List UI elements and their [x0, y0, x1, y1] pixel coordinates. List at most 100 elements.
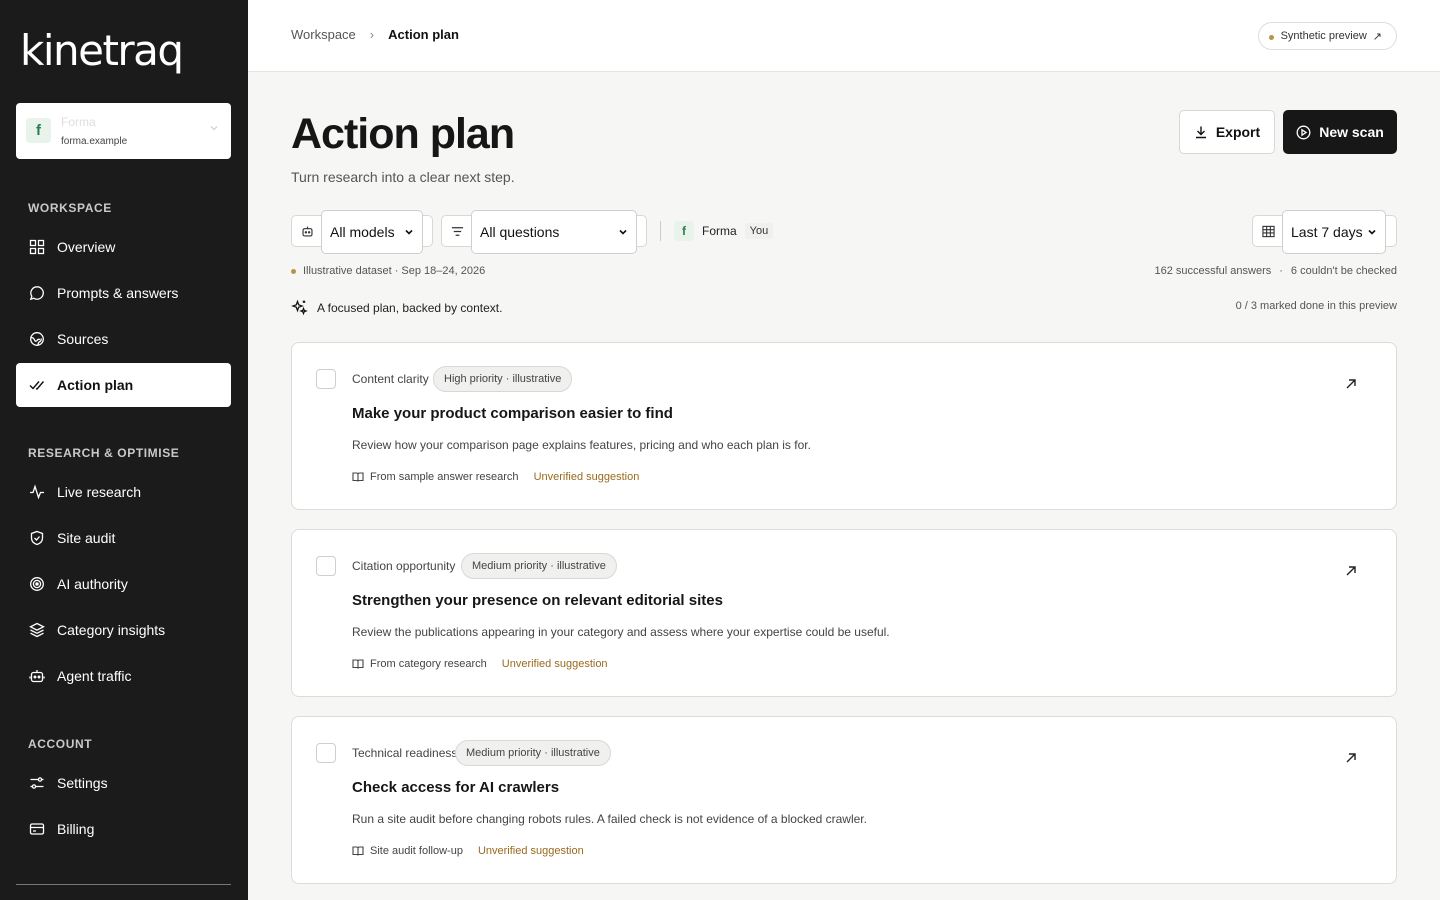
action-source: From category research Unverified sugges…: [352, 658, 608, 670]
app-logo[interactable]: kinetraq: [20, 26, 184, 75]
sparkle-icon: [291, 299, 308, 316]
sidebar-item-category-insights[interactable]: Category insights: [16, 608, 231, 652]
brand-chip[interactable]: f Forma You: [674, 221, 774, 241]
sidebar-item-agent-traffic[interactable]: Agent traffic: [16, 654, 231, 698]
model-filter: All models: [291, 210, 433, 254]
filter-icon: [442, 216, 472, 246]
dataset-dot: [291, 268, 296, 274]
sidebar-item-label: Billing: [57, 821, 95, 837]
open-arrow-icon[interactable]: [1344, 751, 1358, 765]
questions-select[interactable]: All questions: [471, 210, 637, 254]
dataset-label: Illustrative dataset · Sep 18–24, 2026: [303, 265, 486, 277]
mark-done-checkbox[interactable]: [316, 556, 336, 576]
sidebar-item-label: Prompts & answers: [57, 285, 179, 301]
shield-check-icon: [28, 529, 46, 547]
breadcrumb-separator: ›: [369, 27, 375, 42]
action-source-label: From sample answer research: [370, 471, 519, 483]
sidebar-item-live-research[interactable]: Live research: [16, 470, 231, 514]
chevron-down-icon: [1368, 229, 1376, 235]
sidebar-item-overview[interactable]: Overview: [16, 225, 231, 269]
mark-done-checkbox[interactable]: [316, 743, 336, 763]
action-description: Review the publications appearing in you…: [352, 625, 890, 639]
plan-focus-text: A focused plan, backed by context.: [317, 300, 503, 315]
plan-focus: A focused plan, backed by context.: [291, 299, 502, 316]
sidebar-item-label: Action plan: [57, 377, 134, 393]
action-title[interactable]: Check access for AI crawlers: [352, 779, 559, 796]
date-range-select[interactable]: Last 7 days: [1282, 210, 1386, 254]
action-description: Review how your comparison page explains…: [352, 438, 811, 452]
play-circle-icon: [1296, 125, 1311, 139]
action-card[interactable]: Content clarity High priority · illustra…: [291, 342, 1397, 510]
sidebar-item-label: Settings: [57, 775, 108, 791]
sidebar-item-site-audit[interactable]: Site audit: [16, 516, 231, 560]
book-icon: [352, 471, 364, 483]
verification-status: Unverified suggestion: [533, 471, 640, 483]
models-select-value: All models: [330, 224, 395, 240]
action-title[interactable]: Make your product comparison easier to f…: [352, 405, 673, 422]
answer-stats: 162 successful answers · 6 couldn't be che…: [1154, 265, 1397, 277]
chevron-down-icon: [210, 126, 218, 131]
sidebar-item-label: Category insights: [57, 622, 166, 638]
done-count: 0 / 3 marked done in this preview: [1235, 300, 1397, 312]
sidebar-divider: [16, 884, 231, 885]
priority-badge: Medium priority · illustrative: [455, 740, 611, 766]
download-icon: [1195, 126, 1206, 139]
action-card[interactable]: Citation opportunity Medium priority · i…: [291, 529, 1397, 697]
dataset-info: Illustrative dataset · Sep 18–24, 2026: [291, 265, 485, 277]
sidebar-item-settings[interactable]: Settings: [16, 761, 231, 805]
status-dot: [1268, 35, 1274, 40]
grid-icon: [28, 238, 46, 256]
book-icon: [352, 658, 364, 670]
mark-done-checkbox[interactable]: [316, 369, 336, 389]
new-scan-button[interactable]: New scan: [1283, 110, 1397, 154]
action-card[interactable]: Technical readiness Medium priority · il…: [291, 716, 1397, 884]
sidebar-section-workspace: WORKSPACE: [28, 201, 112, 215]
action-title[interactable]: Strengthen your presence on relevant edi…: [352, 592, 723, 609]
sidebar-item-billing[interactable]: Billing: [16, 807, 231, 851]
robot-icon: [28, 667, 46, 685]
questions-select-value: All questions: [480, 224, 560, 240]
priority-badge: Medium priority · illustrative: [461, 553, 617, 579]
brand-name: Forma: [702, 224, 737, 238]
layers-icon: [28, 621, 46, 639]
sidebar-item-label: Sources: [57, 331, 109, 347]
sidebar-item-sources[interactable]: Sources: [16, 317, 231, 361]
action-category: Citation opportunity: [352, 559, 456, 573]
workspace-name: Forma: [61, 115, 96, 129]
globe-icon: [28, 330, 46, 348]
credit-card-icon: [28, 820, 46, 838]
preview-badge-label: Synthetic preview: [1280, 30, 1367, 42]
action-category: Content clarity: [352, 372, 429, 386]
top-bar: Workspace › Action plan Synthetic previe…: [248, 0, 1440, 72]
open-arrow-icon[interactable]: [1344, 377, 1358, 391]
verification-status: Unverified suggestion: [477, 845, 584, 857]
sliders-icon: [28, 774, 46, 792]
models-select[interactable]: All models: [321, 210, 423, 254]
chat-bubble-icon: [28, 284, 46, 302]
sidebar: kinetraq f Forma forma.example WORKSPACE…: [0, 0, 248, 900]
synthetic-preview-badge[interactable]: Synthetic preview ↗: [1257, 22, 1397, 50]
pulse-icon: [28, 483, 46, 501]
filter-divider: [660, 221, 661, 241]
double-check-icon: [28, 376, 46, 394]
sidebar-item-prompts-answers[interactable]: Prompts & answers: [16, 271, 231, 315]
sidebar-item-action-plan[interactable]: Action plan: [16, 363, 231, 407]
failed-count: 6 couldn't be checked: [1290, 265, 1397, 277]
robot-icon: [292, 216, 322, 246]
open-arrow-icon[interactable]: [1344, 564, 1358, 578]
breadcrumb-workspace[interactable]: Workspace: [291, 27, 356, 42]
export-button[interactable]: Export: [1179, 110, 1275, 154]
workspace-switcher[interactable]: f Forma forma.example: [16, 103, 231, 159]
action-source: Site audit follow-up Unverified suggesti…: [352, 845, 584, 857]
target-icon: [28, 575, 46, 593]
action-source-label: Site audit follow-up: [370, 845, 463, 857]
calendar-icon: [1253, 216, 1283, 246]
sidebar-item-label: Overview: [57, 239, 116, 255]
stats-separator: ·: [1279, 265, 1283, 277]
priority-badge: High priority · illustrative: [433, 366, 573, 392]
date-range-value: Last 7 days: [1291, 224, 1363, 240]
sidebar-item-label: Live research: [57, 484, 142, 500]
sidebar-item-ai-authority[interactable]: AI authority: [16, 562, 231, 606]
question-filter: All questions: [441, 210, 647, 254]
brand-logo: f: [674, 221, 694, 241]
